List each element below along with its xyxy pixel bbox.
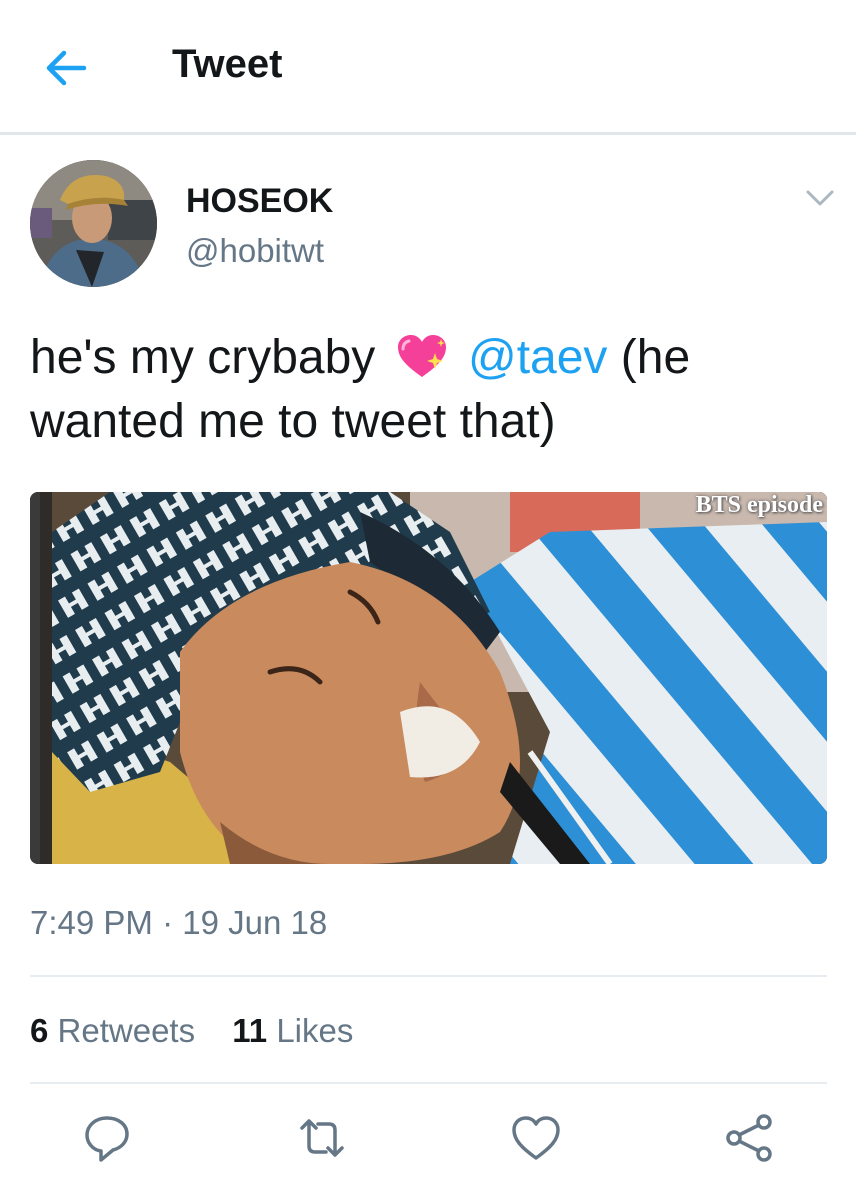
share-icon[interactable] [722, 1110, 778, 1166]
tweet-timestamp[interactable]: 7:49 PM · 19 Jun 18 [30, 904, 327, 942]
retweets-label: Retweets [57, 1012, 196, 1049]
tweet-text-before: he's my crybaby [30, 331, 376, 384]
divider [30, 975, 827, 977]
retweets-stat[interactable]: 6 Retweets [30, 1012, 195, 1049]
chevron-down-icon[interactable] [802, 184, 838, 212]
tweet-stats: 6 Retweets 11 Likes [30, 1012, 381, 1050]
mention-link[interactable]: @taev [468, 331, 607, 384]
page-title: Tweet [172, 42, 283, 86]
app-header: Tweet [0, 0, 856, 135]
tweet-action-bar [0, 1110, 856, 1170]
author-display-name[interactable]: HOSEOK [186, 182, 333, 221]
retweet-icon[interactable] [294, 1110, 350, 1166]
divider [30, 1082, 827, 1084]
tweet-media-image[interactable]: BTS episode [30, 492, 827, 864]
author-handle[interactable]: @hobitwt [186, 232, 324, 270]
like-icon[interactable] [508, 1110, 564, 1166]
photo-illustration [30, 492, 827, 864]
likes-count: 11 [232, 1012, 268, 1049]
likes-label: Likes [276, 1012, 354, 1049]
sparkling-heart-icon [395, 333, 449, 381]
back-arrow-icon[interactable] [40, 46, 92, 90]
tweet-text: he's my crybaby @taev (he wanted me to t… [30, 326, 830, 454]
media-watermark: BTS episode [695, 492, 823, 518]
reply-icon[interactable] [79, 1110, 135, 1166]
retweets-count: 6 [30, 1012, 49, 1049]
likes-stat[interactable]: 11 Likes [232, 1012, 353, 1049]
tweet-author: HOSEOK @hobitwt [30, 160, 834, 290]
avatar[interactable] [30, 160, 157, 287]
